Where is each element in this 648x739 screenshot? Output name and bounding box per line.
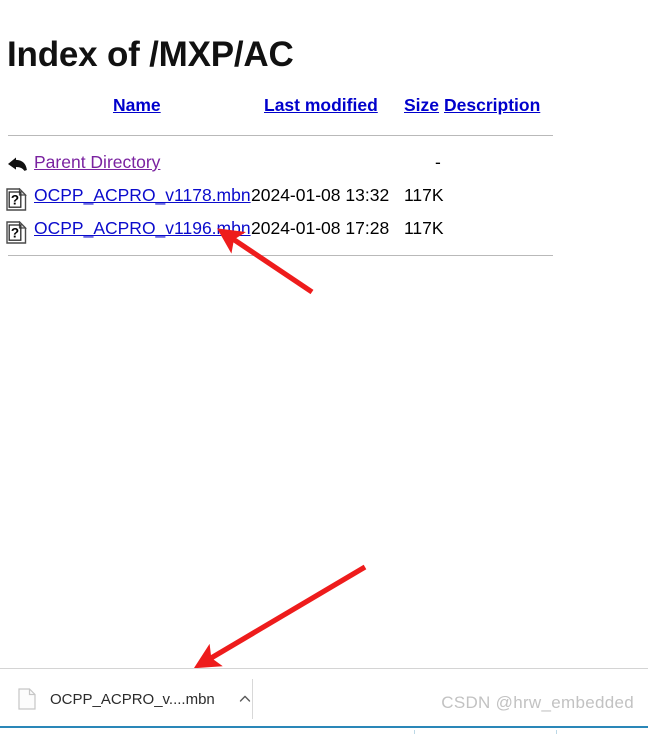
column-header-description[interactable]: Description — [444, 95, 540, 116]
table-row[interactable]: Parent Directory - — [0, 151, 648, 184]
column-header-last-modified[interactable]: Last modified — [264, 95, 378, 116]
cell-size: 117K — [404, 218, 444, 238]
svg-text:?: ? — [11, 193, 19, 208]
link-file-ocpp-acpro-v1178[interactable]: OCPP_ACPRO_v1178.mbn — [34, 185, 251, 206]
cell-last-modified: 2024-01-08 17:28 — [251, 218, 390, 238]
download-item-label: OCPP_ACPRO_v....mbn — [50, 690, 215, 708]
taskbar-segment — [556, 730, 557, 734]
column-header-name[interactable]: Name — [113, 95, 161, 116]
table-row[interactable]: ? OCPP_ACPRO_v1178.mbn 2024-01-08 13:32 … — [0, 184, 648, 217]
cell-size: 117K — [404, 185, 444, 205]
link-parent-directory[interactable]: Parent Directory — [34, 152, 160, 173]
taskbar-strip — [0, 726, 648, 734]
table-header-row: Name Last modified Size Description — [0, 95, 648, 123]
back-arrow-icon — [6, 155, 28, 177]
taskbar-segment — [414, 730, 415, 734]
chevron-up-icon[interactable] — [237, 691, 253, 707]
column-header-size[interactable]: Size — [404, 95, 439, 116]
shelf-divider — [252, 679, 253, 719]
download-item[interactable]: OCPP_ACPRO_v....mbn — [18, 679, 253, 719]
header-divider — [8, 135, 553, 136]
download-shelf: OCPP_ACPRO_v....mbn CSDN @hrw_embedded — [0, 668, 648, 729]
svg-text:?: ? — [11, 226, 19, 241]
document-icon — [18, 688, 36, 710]
directory-index-page: Index of /MXP/AC Name Last modified Size… — [0, 0, 648, 668]
cell-size: - — [435, 152, 441, 172]
unknown-file-icon: ? — [6, 188, 28, 211]
cell-last-modified: 2024-01-08 13:32 — [251, 185, 390, 205]
watermark-text: CSDN @hrw_embedded — [441, 693, 634, 712]
link-file-ocpp-acpro-v1196[interactable]: OCPP_ACPRO_v1196.mbn — [34, 218, 251, 239]
directory-listing-table: Name Last modified Size Description Pare… — [0, 95, 648, 256]
table-body: Parent Directory - ? OCPP_ACPRO_v1178.mb… — [0, 151, 648, 250]
unknown-file-icon: ? — [6, 221, 28, 244]
footer-divider — [8, 255, 553, 256]
table-row[interactable]: ? OCPP_ACPRO_v1196.mbn 2024-01-08 17:28 … — [0, 217, 648, 250]
page-title: Index of /MXP/AC — [7, 35, 294, 75]
